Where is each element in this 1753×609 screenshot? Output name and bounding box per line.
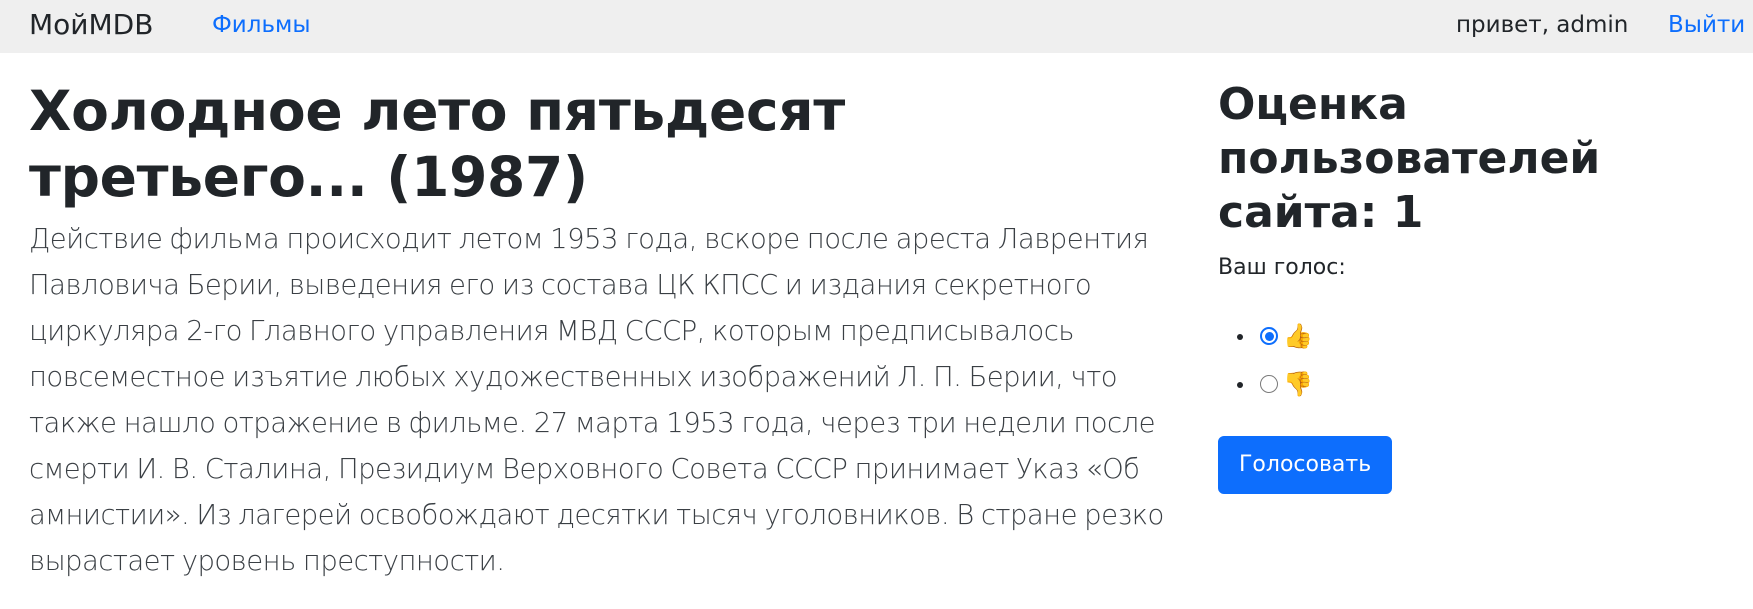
dislike-radio[interactable]	[1260, 375, 1278, 393]
thumbs-up-icon: 👍	[1283, 322, 1313, 350]
user-greeting: привет, admin	[1456, 12, 1629, 38]
vote-submit-button[interactable]: Голосовать	[1218, 436, 1393, 494]
vote-option-dislike: 👎	[1256, 360, 1638, 408]
vote-option-like: 👍	[1256, 312, 1638, 360]
thumbs-down-icon: 👎	[1283, 370, 1313, 398]
vote-label: Ваш голос:	[1218, 255, 1346, 280]
like-radio[interactable]	[1260, 327, 1278, 345]
brand-logo-link[interactable]: МойMDB	[29, 7, 153, 43]
user-rating-title: Оценка пользователей сайта: 1	[1218, 79, 1601, 238]
movie-details: Холодное лето пятьдесят третьего... (198…	[29, 78, 1189, 584]
rating-panel: Оценка пользователей сайта: 1 Ваш голос:…	[1218, 78, 1638, 494]
nav-films-link[interactable]: Фильмы	[212, 10, 311, 40]
movie-description: Действие фильма происходит летом 1953 го…	[29, 223, 1164, 577]
movie-title: Холодное лето пятьдесят третьего... (198…	[29, 79, 845, 209]
top-navbar: МойMDB Фильмы привет, admin Выйти	[0, 0, 1753, 53]
logout-link[interactable]: Выйти	[1668, 10, 1745, 40]
vote-options-list: 👍 👎	[1218, 312, 1638, 408]
